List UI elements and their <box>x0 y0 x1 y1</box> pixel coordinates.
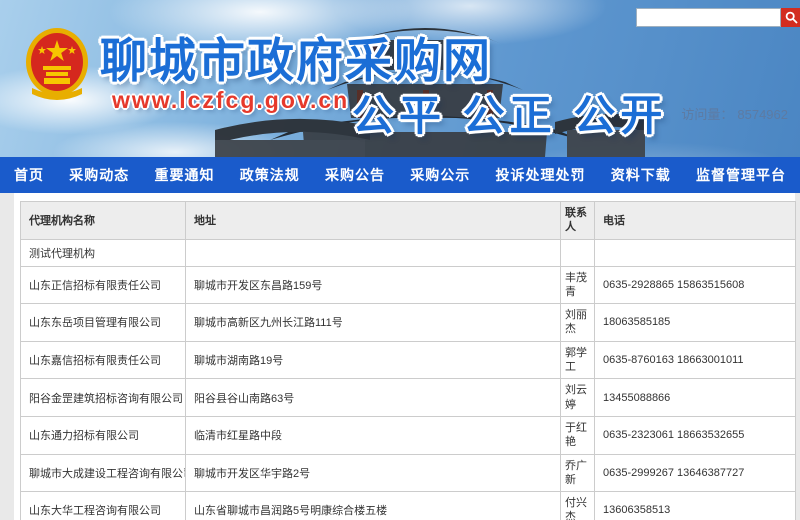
agency-phone-cell: 0635-2928865 15863515608 <box>595 266 796 304</box>
agency-phone-cell: 13606358513 <box>595 492 796 520</box>
page: 聊城市政府采购网 www.lczfcg.gov.cn 公平 公正 公开 访问量：… <box>0 0 800 520</box>
agency-name-cell: 山东嘉信招标有限责任公司 <box>21 341 186 379</box>
table-row: 聊城市大成建设工程咨询有限公司 聊城市开发区华宇路2号 乔广新 0635-299… <box>21 454 796 492</box>
agency-name-cell: 山东通力招标有限公司 <box>21 416 186 454</box>
agency-contact-cell: 乔广新 <box>561 454 595 492</box>
nav-item-downloads[interactable]: 资料下载 <box>611 165 671 185</box>
nav-item-home[interactable]: 首页 <box>14 165 44 185</box>
search-icon <box>785 11 798 24</box>
agency-table: 代理机构名称 地址 联系人 电话 测试代理机构 山东正信招标有限责任公司 聊城市… <box>20 201 796 520</box>
agency-contact-cell: 丰茂青 <box>561 266 595 304</box>
nav-item-policies[interactable]: 政策法规 <box>240 165 300 185</box>
nav-item-procurement-news[interactable]: 采购动态 <box>69 165 129 185</box>
main-nav: 首页 采购动态 重要通知 政策法规 采购公告 采购公示 投诉处理处罚 资料下载 … <box>0 157 800 193</box>
agency-contact-cell: 于红艳 <box>561 416 595 454</box>
site-banner: 聊城市政府采购网 www.lczfcg.gov.cn 公平 公正 公开 访问量：… <box>0 0 800 157</box>
visit-counter: 访问量： 8574962 <box>681 104 788 123</box>
agency-address-cell: 山东省聊城市昌润路5号明康综合楼五楼 <box>186 492 561 520</box>
agency-name-cell: 阳谷金罡建筑招标咨询有限公司 <box>21 379 186 417</box>
table-row: 山东东岳项目管理有限公司 聊城市高新区九州长江路111号 刘丽杰 1806358… <box>21 304 796 342</box>
agency-address-cell: 聊城市湖南路19号 <box>186 341 561 379</box>
agency-phone-cell: 18063585185 <box>595 304 796 342</box>
table-header-row: 代理机构名称 地址 联系人 电话 <box>21 202 796 240</box>
agency-name-cell: 测试代理机构 <box>21 239 186 266</box>
agency-phone-cell: 0635-2999267 13646387727 <box>595 454 796 492</box>
visit-counter-label: 访问量： <box>681 107 733 122</box>
agency-phone-cell <box>595 239 796 266</box>
header-contact: 联系人 <box>561 202 595 240</box>
header-phone: 电话 <box>595 202 796 240</box>
table-row: 阳谷金罡建筑招标咨询有限公司 阳谷县谷山南路63号 刘云婷 1345508886… <box>21 379 796 417</box>
agency-contact-cell <box>561 239 595 266</box>
agency-contact-cell: 刘丽杰 <box>561 304 595 342</box>
site-url: www.lczfcg.gov.cn <box>112 87 349 114</box>
table-row: 山东通力招标有限公司 临清市红星路中段 于红艳 0635-2323061 186… <box>21 416 796 454</box>
agency-address-cell: 阳谷县谷山南路63号 <box>186 379 561 417</box>
left-gutter <box>0 193 14 520</box>
agency-address-cell: 临清市红星路中段 <box>186 416 561 454</box>
nav-item-procurement-announcements[interactable]: 采购公告 <box>325 165 385 185</box>
agency-address-cell: 聊城市开发区华宇路2号 <box>186 454 561 492</box>
agency-name-cell: 山东大华工程咨询有限公司 <box>21 492 186 520</box>
national-emblem-icon <box>24 26 90 104</box>
nav-item-supervision-platform[interactable]: 监督管理平台 <box>696 165 786 185</box>
agency-contact-cell: 付兴杰 <box>561 492 595 520</box>
agency-contact-cell: 刘云婷 <box>561 379 595 417</box>
agency-phone-cell: 0635-2323061 18663532655 <box>595 416 796 454</box>
visit-counter-value: 8574962 <box>737 107 788 122</box>
agency-name-cell: 山东东岳项目管理有限公司 <box>21 304 186 342</box>
agency-address-cell: 聊城市开发区东昌路159号 <box>186 266 561 304</box>
nav-item-procurement-publicity[interactable]: 采购公示 <box>410 165 470 185</box>
table-row: 山东正信招标有限责任公司 聊城市开发区东昌路159号 丰茂青 0635-2928… <box>21 266 796 304</box>
header-address: 地址 <box>186 202 561 240</box>
search-input[interactable] <box>636 8 781 27</box>
agency-name-cell: 聊城市大成建设工程咨询有限公司 <box>21 454 186 492</box>
site-title: 聊城市政府采购网 <box>100 22 520 91</box>
site-slogan: 公平 公正 公开 <box>352 82 667 143</box>
header-agency-name: 代理机构名称 <box>21 202 186 240</box>
agency-address-cell <box>186 239 561 266</box>
agency-name-cell: 山东正信招标有限责任公司 <box>21 266 186 304</box>
agency-phone-cell: 13455088866 <box>595 379 796 417</box>
table-row: 山东大华工程咨询有限公司 山东省聊城市昌润路5号明康综合楼五楼 付兴杰 1360… <box>21 492 796 520</box>
agency-address-cell: 聊城市高新区九州长江路111号 <box>186 304 561 342</box>
agency-phone-cell: 0635-8760163 18663001011 <box>595 341 796 379</box>
content-area: 代理机构名称 地址 联系人 电话 测试代理机构 山东正信招标有限责任公司 聊城市… <box>0 193 800 520</box>
search-box <box>636 8 800 27</box>
nav-item-important-notices[interactable]: 重要通知 <box>155 165 215 185</box>
search-button[interactable] <box>781 8 800 27</box>
table-row: 测试代理机构 <box>21 239 796 266</box>
agency-contact-cell: 郭学工 <box>561 341 595 379</box>
nav-item-complaint-handling[interactable]: 投诉处理处罚 <box>496 165 586 185</box>
table-row: 山东嘉信招标有限责任公司 聊城市湖南路19号 郭学工 0635-8760163 … <box>21 341 796 379</box>
